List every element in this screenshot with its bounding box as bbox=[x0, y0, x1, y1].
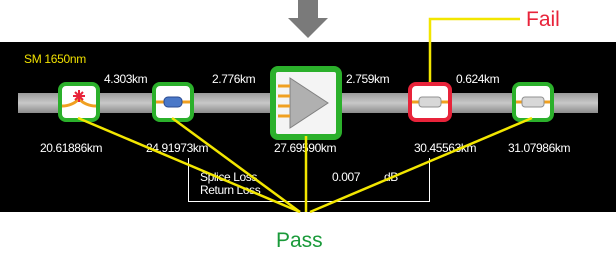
fail-callout-line bbox=[428, 17, 520, 82]
fail-callout-label: Fail bbox=[526, 8, 560, 31]
pass-callout-label: Pass bbox=[276, 229, 323, 252]
pass-callout-line-1 bbox=[77, 116, 301, 214]
callout-lines bbox=[77, 17, 533, 214]
pass-callout-line-4 bbox=[309, 116, 533, 214]
